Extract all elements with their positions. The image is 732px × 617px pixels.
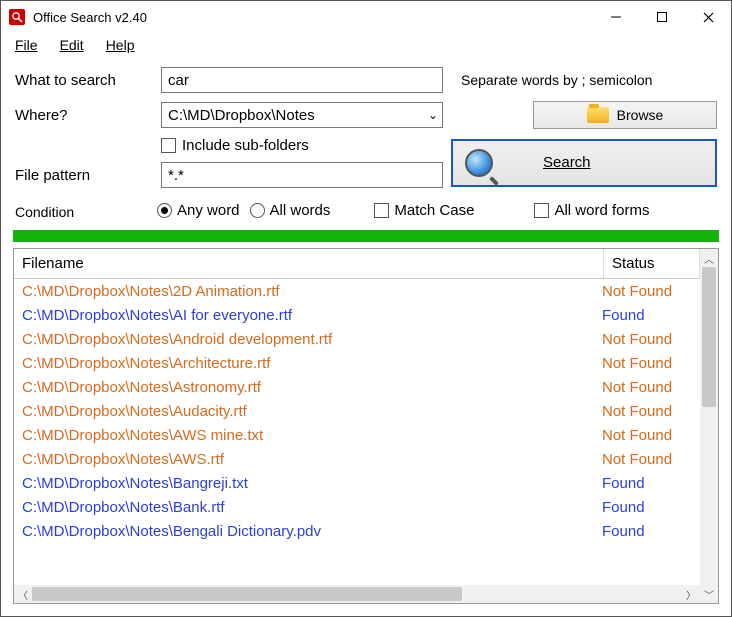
table-row[interactable]: C:\MD\Dropbox\Notes\Astronomy.rtfNot Fou… [14,375,700,399]
table-row[interactable]: C:\MD\Dropbox\Notes\Bangreji.txtFound [14,471,700,495]
all-words-label: All words [270,202,331,219]
search-form: What to search Separate words by ; semic… [1,57,731,224]
menubar: File Edit Help [1,33,731,57]
cell-filename: C:\MD\Dropbox\Notes\Android development.… [22,331,602,348]
cell-filename: C:\MD\Dropbox\Notes\Bank.rtf [22,499,602,516]
table-body: C:\MD\Dropbox\Notes\2D Animation.rtfNot … [14,279,700,585]
scroll-left-icon[interactable]: 〈 [14,587,32,602]
cell-status: Not Found [602,403,692,420]
progress-bar [13,230,719,242]
window-title: Office Search v2.40 [33,10,593,25]
include-subfolders-checkbox[interactable] [161,138,176,153]
semicolon-hint: Separate words by ; semicolon [451,72,719,88]
browse-button[interactable]: Browse [533,101,717,129]
cell-filename: C:\MD\Dropbox\Notes\Bengali Dictionary.p… [22,523,602,540]
cell-status: Found [602,499,692,516]
where-label: Where? [15,107,153,124]
menu-edit[interactable]: Edit [60,37,84,53]
checkbox-icon [534,203,549,218]
table-row[interactable]: C:\MD\Dropbox\Notes\Architecture.rtfNot … [14,351,700,375]
cell-status: Found [602,475,692,492]
table-row[interactable]: C:\MD\Dropbox\Notes\Audacity.rtfNot Foun… [14,399,700,423]
vertical-scrollbar[interactable]: ︿ ﹀ [700,249,718,603]
scroll-thumb[interactable] [32,587,462,601]
cell-status: Not Found [602,451,692,468]
scroll-down-icon[interactable]: ﹀ [704,585,714,603]
cell-status: Not Found [602,331,692,348]
cell-status: Not Found [602,283,692,300]
titlebar: Office Search v2.40 [1,1,731,33]
table-row[interactable]: C:\MD\Dropbox\Notes\Bengali Dictionary.p… [14,519,700,543]
include-subfolders-label: Include sub-folders [182,137,309,154]
where-dropdown[interactable]: C:\MD\Dropbox\Notes ⌄ [161,102,443,128]
cell-filename: C:\MD\Dropbox\Notes\Bangreji.txt [22,475,602,492]
table-row[interactable]: C:\MD\Dropbox\Notes\Android development.… [14,327,700,351]
search-button[interactable]: Search [451,139,717,187]
table-row[interactable]: C:\MD\Dropbox\Notes\2D Animation.rtfNot … [14,279,700,303]
checkbox-icon [374,203,389,218]
search-label: Search [543,154,591,171]
radio-icon [157,203,172,218]
table-row[interactable]: C:\MD\Dropbox\Notes\Bank.rtfFound [14,495,700,519]
results-panel: Filename Status C:\MD\Dropbox\Notes\2D A… [13,248,719,604]
cell-status: Found [602,523,692,540]
table-row[interactable]: C:\MD\Dropbox\Notes\AWS mine.txtNot Foun… [14,423,700,447]
file-pattern-input[interactable] [161,162,443,188]
cell-filename: C:\MD\Dropbox\Notes\AI for everyone.rtf [22,307,602,324]
menu-file[interactable]: File [15,37,38,53]
close-button[interactable] [685,1,731,33]
all-word-forms-label: All word forms [554,202,649,219]
results-table: Filename Status C:\MD\Dropbox\Notes\2D A… [14,249,700,585]
scroll-thumb[interactable] [702,267,716,407]
scroll-up-icon[interactable]: ︿ [704,249,714,267]
col-filename[interactable]: Filename [14,249,604,278]
window-controls [593,1,731,33]
cell-status: Found [602,307,692,324]
radio-icon [250,203,265,218]
search-icon [465,149,493,177]
horizontal-scrollbar[interactable]: 〈 〉 [14,585,700,603]
what-to-search-input[interactable] [161,67,443,93]
condition-label: Condition [15,200,147,220]
scroll-right-icon[interactable]: 〉 [682,587,700,602]
browse-label: Browse [617,107,664,123]
cell-filename: C:\MD\Dropbox\Notes\2D Animation.rtf [22,283,602,300]
col-status[interactable]: Status [604,249,700,278]
any-word-label: Any word [177,202,240,219]
any-word-option[interactable]: Any word [157,202,240,219]
menu-help[interactable]: Help [106,37,135,53]
app-icon [9,9,25,25]
cell-status: Not Found [602,427,692,444]
folder-icon [587,107,609,123]
cell-filename: C:\MD\Dropbox\Notes\Audacity.rtf [22,403,602,420]
cell-filename: C:\MD\Dropbox\Notes\AWS mine.txt [22,427,602,444]
chevron-down-icon: ⌄ [424,108,442,122]
what-to-search-label: What to search [15,72,153,89]
cell-filename: C:\MD\Dropbox\Notes\AWS.rtf [22,451,602,468]
match-case-label: Match Case [394,202,474,219]
all-word-forms-option[interactable]: All word forms [534,202,649,219]
table-row[interactable]: C:\MD\Dropbox\Notes\AWS.rtfNot Found [14,447,700,471]
maximize-button[interactable] [639,1,685,33]
where-value: C:\MD\Dropbox\Notes [168,107,424,124]
all-words-option[interactable]: All words [250,202,331,219]
cell-status: Not Found [602,379,692,396]
cell-filename: C:\MD\Dropbox\Notes\Astronomy.rtf [22,379,602,396]
minimize-button[interactable] [593,1,639,33]
file-pattern-label: File pattern [15,167,153,184]
cell-filename: C:\MD\Dropbox\Notes\Architecture.rtf [22,355,602,372]
cell-status: Not Found [602,355,692,372]
table-row[interactable]: C:\MD\Dropbox\Notes\AI for everyone.rtfF… [14,303,700,327]
table-header: Filename Status [14,249,700,279]
match-case-option[interactable]: Match Case [374,202,474,219]
